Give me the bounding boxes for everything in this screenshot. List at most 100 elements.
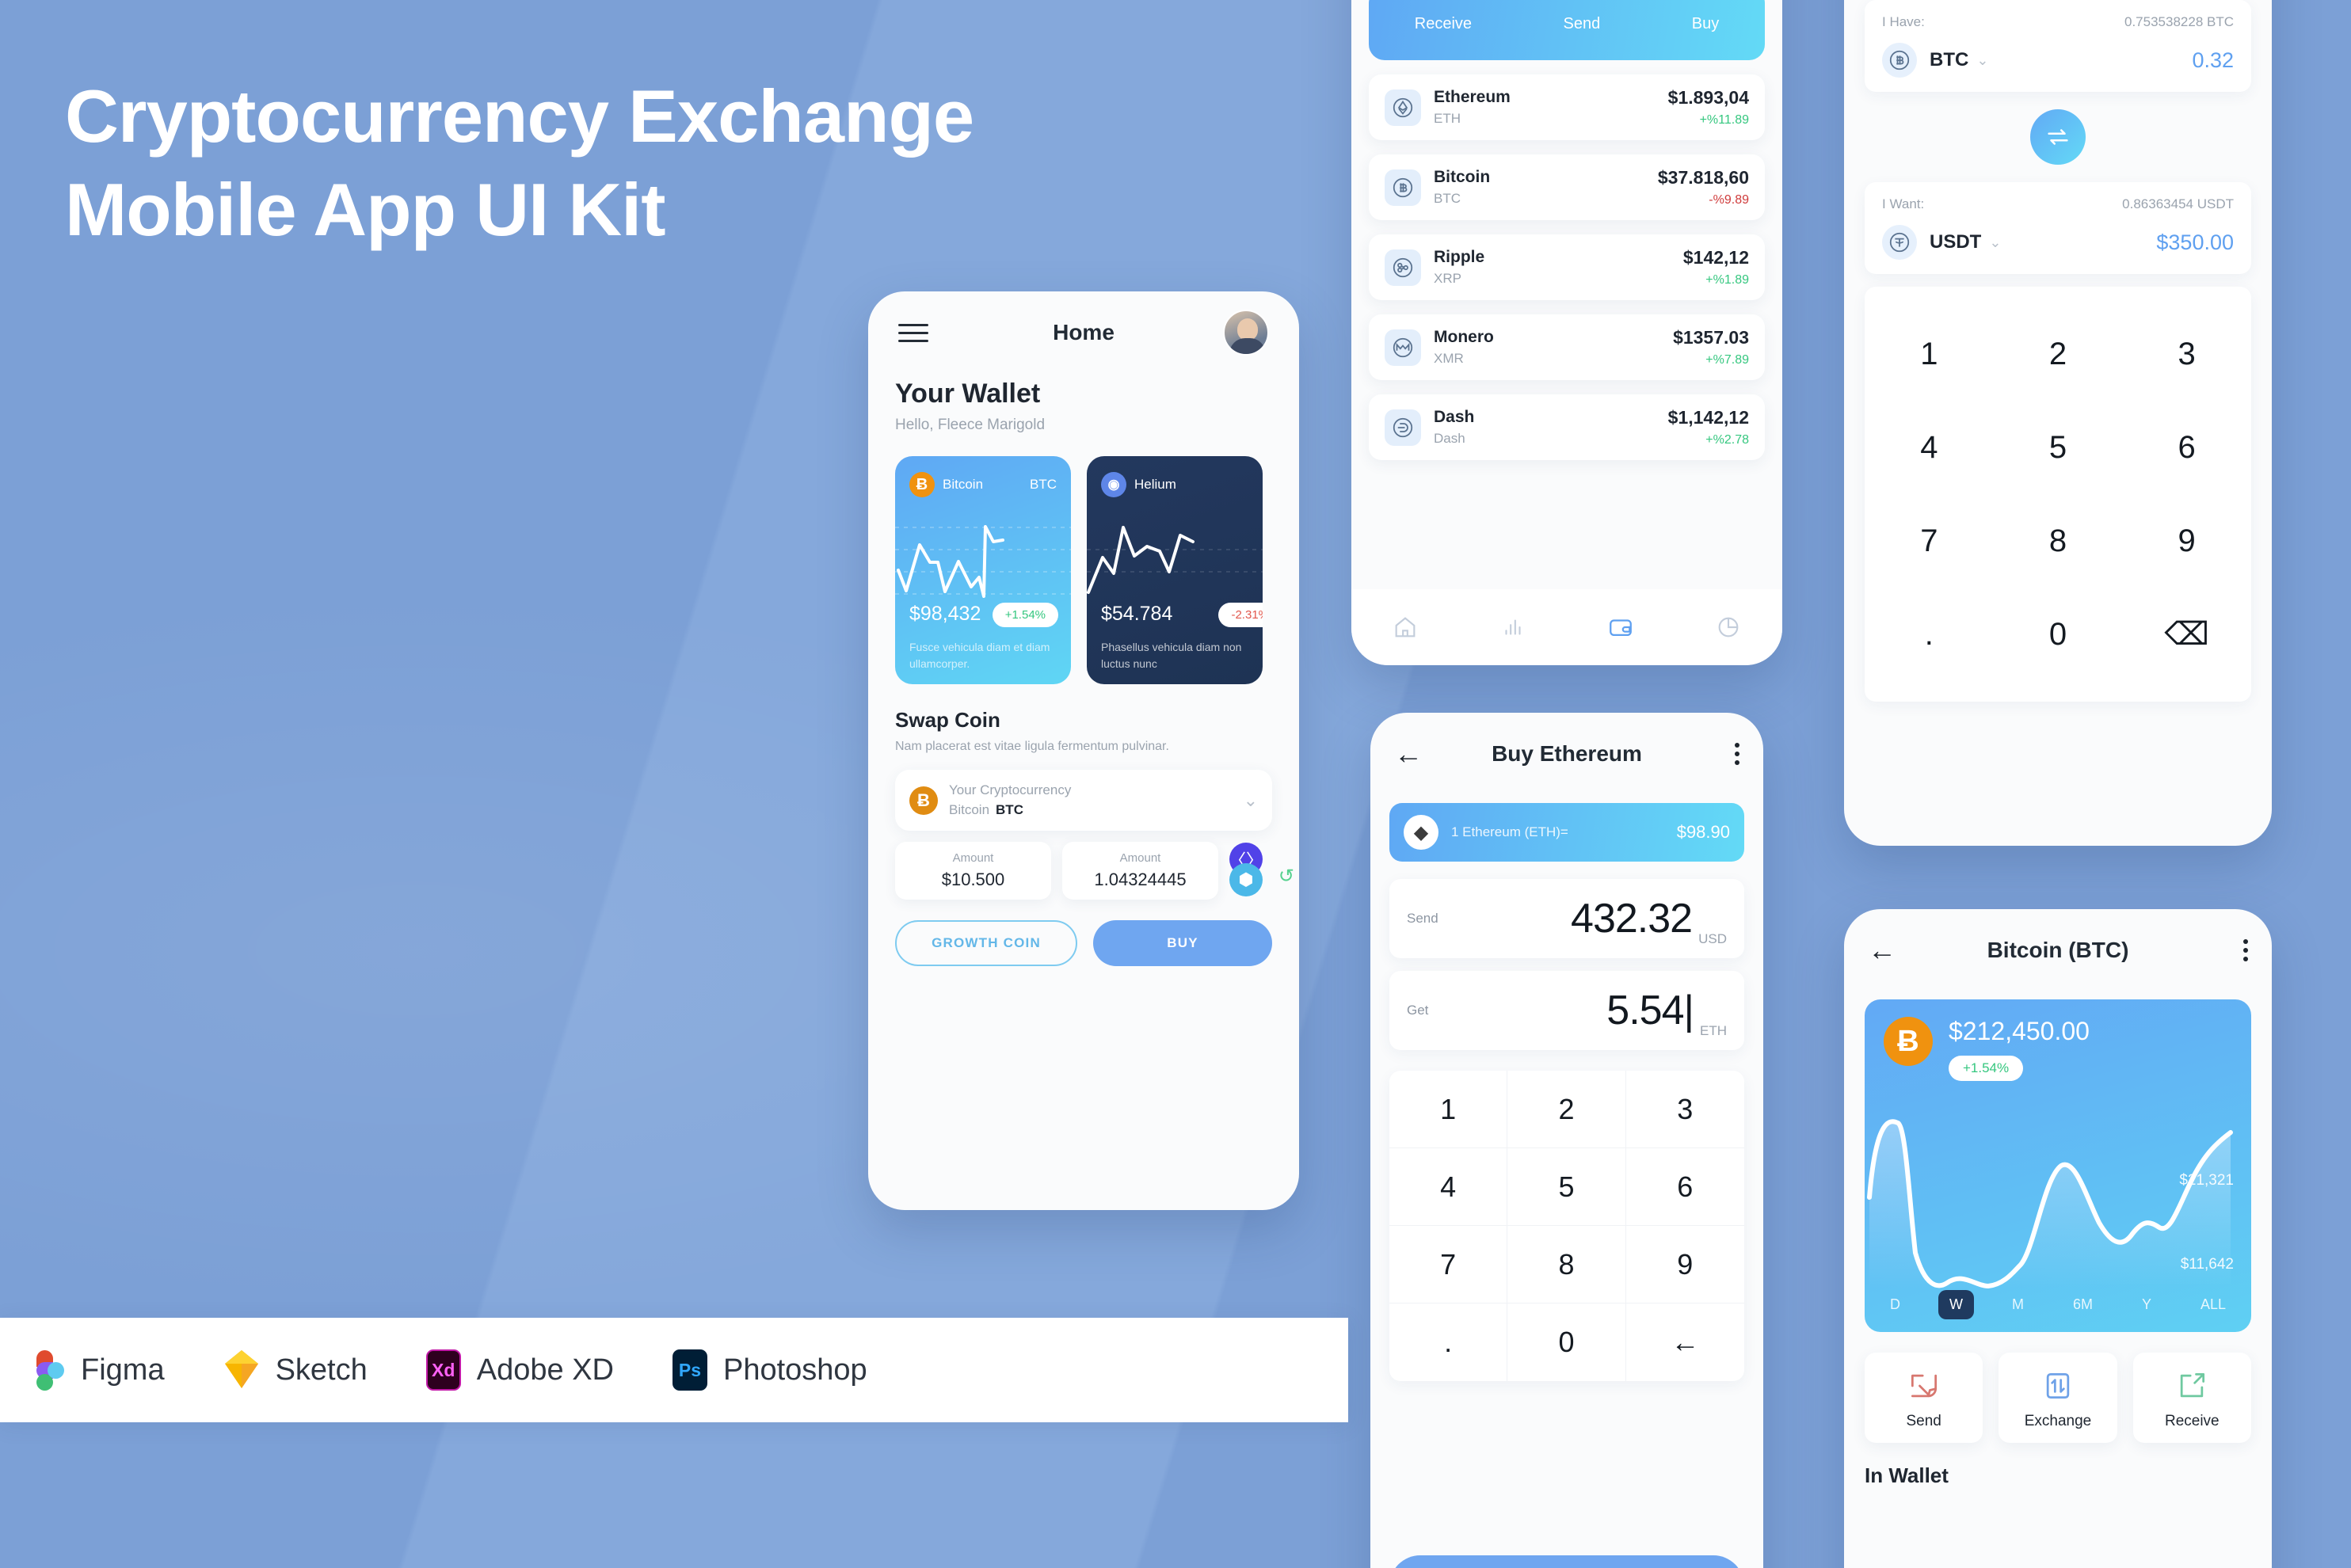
chevron-down-icon[interactable]: ⌄ [1989,234,2001,251]
range-y[interactable]: Y [2131,1290,2162,1319]
get-unit: ETH [1700,1023,1727,1038]
key-2[interactable]: 2 [1507,1071,1626,1148]
pie-chart-icon[interactable] [1715,614,1742,641]
key-8[interactable]: 8 [1507,1226,1626,1303]
home-icon[interactable] [1392,614,1419,641]
key-6[interactable]: 6 [1625,1148,1744,1226]
key-9[interactable]: 9 [1625,1226,1744,1303]
tab-buy[interactable]: Buy [1692,15,1719,33]
key-6[interactable]: 6 [2122,401,2251,494]
buy-eth-button[interactable]: BUY 5.54 ETH [1389,1555,1744,1568]
table-row[interactable]: Ethereum ETH $1.893,04 +%11.89 [1369,74,1765,140]
range-all[interactable]: ALL [2189,1290,2237,1319]
growth-coin-button[interactable]: GROWTH COIN [895,920,1077,966]
phone-bitcoin-detail-screen: ← Bitcoin (BTC) Ƀ $212,450.00 +1.54% $21… [1844,909,2272,1568]
coinlist-tabs: Receive Send Buy [1369,0,1765,60]
back-arrow-icon[interactable]: ← [1394,740,1423,768]
table-row[interactable]: Bitcoin BTC $37.818,60 -%9.89 [1369,154,1765,220]
swap-select-value: Bitcoin BTC [949,802,1071,818]
send-button[interactable]: Send [1865,1353,1983,1443]
btc-high-label: $21,321 [2179,1172,2234,1189]
have-header: I Have: 0.753538228 BTC [1882,14,2234,30]
key-5[interactable]: 5 [1507,1148,1626,1226]
wallet-icon[interactable] [1607,614,1634,641]
send-field[interactable]: Send 432.32 USD [1389,879,1744,958]
tool-figma: Figma [29,1349,165,1391]
key-9[interactable]: 9 [2122,494,2251,588]
chevron-down-icon[interactable]: ⌄ [1244,790,1258,811]
swap-coin-select[interactable]: Ƀ Your Cryptocurrency Bitcoin BTC ⌄ [895,770,1272,831]
have-amount: 0.32 [2192,48,2234,72]
ethereum-icon: ◆ [1404,815,1438,850]
btc-action-row: Send Exchange Receive [1865,1353,2251,1443]
table-row[interactable]: Monero XMR $1357.03 +%7.89 [1369,314,1765,380]
key-3[interactable]: 3 [1625,1071,1744,1148]
swap-token-pair[interactable]: 〈〉 ⬢ ↺ [1229,842,1294,900]
key-5[interactable]: 5 [1994,401,2123,494]
hamburger-icon[interactable] [898,323,928,342]
receive-button[interactable]: Receive [2132,1353,2251,1443]
exchange-label: Exchange [2024,1413,2092,1429]
swap-amount-from[interactable]: Amount $10.500 [895,842,1051,900]
bar-chart-icon[interactable] [1499,614,1526,641]
wallet-card-desc: Phasellus vehicula diam non luctus nunc [1101,641,1242,670]
eth-rate-value: $98.90 [1676,822,1730,842]
exchange-want-card[interactable]: I Want: 0.86363454 USDT USDT ⌄ $350.00 [1865,182,2251,274]
wallet-card-bitcoin[interactable]: Ƀ Bitcoin BTC $98,432 +1.54% Fusce vehic… [895,456,1071,684]
table-row[interactable]: Ripple XRP $142,12 +%1.89 [1369,234,1765,300]
key-4[interactable]: 4 [1389,1148,1508,1226]
tab-receive[interactable]: Receive [1415,15,1472,33]
key-decimal[interactable]: . [1865,588,1994,681]
receive-icon [2174,1368,2209,1403]
kebab-menu-icon[interactable] [1735,743,1739,765]
refresh-icon[interactable]: ↺ [1278,865,1294,888]
key-7[interactable]: 7 [1865,494,1994,588]
wallet-card-change: -2.31% [1218,603,1263,627]
backspace-icon[interactable]: ← [1626,1303,1744,1381]
wallet-card-list: Ƀ Bitcoin BTC $98,432 +1.54% Fusce vehic… [895,456,1272,684]
backspace-icon[interactable]: ⌫ [2122,588,2251,681]
swap-select-row[interactable]: Ƀ Your Cryptocurrency Bitcoin BTC ⌄ [895,770,1272,831]
home-topbar: Home [868,291,1299,374]
range-6m[interactable]: 6M [2062,1290,2104,1319]
key-4[interactable]: 4 [1865,401,1994,494]
get-field[interactable]: Get 5.54| ETH [1389,971,1744,1050]
key-2[interactable]: 2 [1994,307,2123,401]
swap-amount-to[interactable]: Amount 1.04324445 [1062,842,1218,900]
range-d[interactable]: D [1879,1290,1911,1319]
wallet-card-price: $54.784 [1101,603,1173,625]
exchange-button[interactable]: Exchange [1999,1353,2117,1443]
key-3[interactable]: 3 [2122,307,2251,401]
send-value: 432.32 [1571,896,1693,942]
key-1[interactable]: 1 [1389,1071,1508,1148]
key-0[interactable]: 0 [1507,1303,1626,1381]
kebab-menu-icon[interactable] [2243,939,2248,961]
swap-arrows-icon[interactable] [2030,109,2086,165]
tab-send[interactable]: Send [1564,15,1601,33]
user-avatar[interactable] [1223,310,1269,356]
table-row[interactable]: Dash Dash $1,142,12 +%2.78 [1369,394,1765,460]
buy-button[interactable]: BUY [1093,920,1272,966]
back-arrow-icon[interactable]: ← [1868,936,1896,965]
wallet-card-helium[interactable]: ◉ Helium $54.784 -2.31% Phasellus vehicu… [1087,456,1263,684]
page-title: Cryptocurrency Exchange Mobile App UI Ki… [65,70,1253,257]
key-decimal[interactable]: . [1389,1303,1508,1381]
key-8[interactable]: 8 [1994,494,2123,588]
key-0[interactable]: 0 [1994,588,2123,681]
eth-rate-label: 1 Ethereum (ETH)= [1451,824,1568,839]
coin-name: Monero [1434,328,1494,346]
btc-change-badge: +1.54% [1949,1056,2024,1081]
key-1[interactable]: 1 [1865,307,1994,401]
swap-coin-name: Bitcoin [949,802,990,817]
key-7[interactable]: 7 [1389,1226,1508,1303]
range-w[interactable]: W [1938,1290,1974,1319]
dash-icon [1385,409,1421,446]
coin-change: +%2.78 [1705,433,1749,447]
bitcoin-icon: Ƀ [909,472,935,497]
tool-label: Photoshop [722,1353,867,1387]
chevron-down-icon[interactable]: ⌄ [1976,52,1988,69]
coin-meta: Monero XMR [1434,328,1494,367]
numeric-keypad: 1 2 3 4 5 6 7 8 9 . 0 ← [1389,1071,1744,1381]
exchange-have-card[interactable]: I Have: 0.753538228 BTC BTC ⌄ 0.32 [1865,0,2251,92]
range-m[interactable]: M [2001,1290,2035,1319]
